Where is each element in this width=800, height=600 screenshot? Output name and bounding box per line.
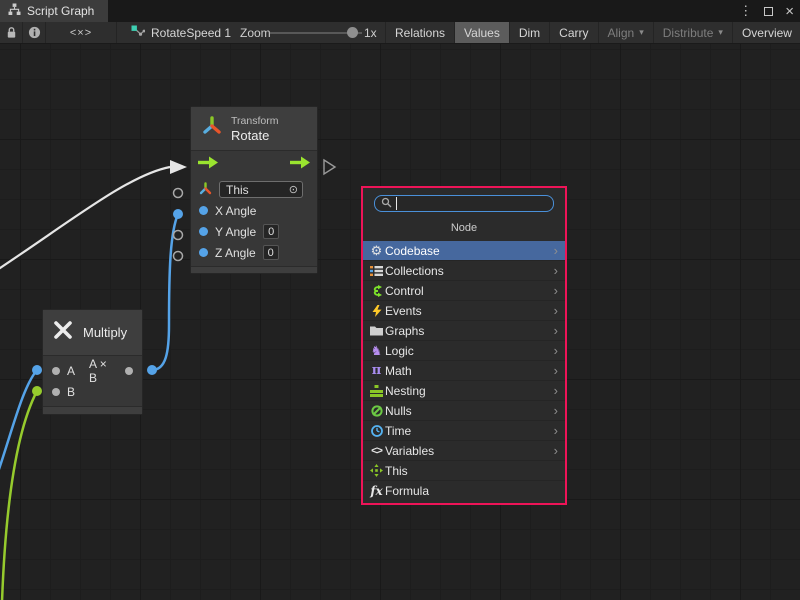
node-multiply[interactable]: Multiply A A × B B xyxy=(42,309,143,415)
pi-icon: π xyxy=(368,363,385,378)
list-icon xyxy=(368,265,385,277)
graph-name[interactable]: RotateSpeed 1 xyxy=(151,26,231,40)
info-button[interactable] xyxy=(23,22,46,43)
chevron-right-icon: › xyxy=(554,444,560,457)
chevron-right-icon: › xyxy=(554,344,560,357)
search-input[interactable] xyxy=(396,197,547,210)
node-footer xyxy=(43,406,142,414)
menu-item-collections[interactable]: Collections › xyxy=(363,261,565,281)
graph-node-icon xyxy=(131,25,145,41)
zoom-slider-knob[interactable] xyxy=(347,27,358,38)
search-icon xyxy=(381,195,392,213)
zoom-value: 1x xyxy=(364,22,377,43)
chevron-right-icon: › xyxy=(554,304,560,317)
menu-item-nulls[interactable]: Nulls › xyxy=(363,401,565,421)
graph-hierarchy-icon xyxy=(8,3,21,19)
node-title: Multiply xyxy=(83,325,127,340)
chevron-right-icon: › xyxy=(554,284,560,297)
menu-item-time[interactable]: Time › xyxy=(363,421,565,441)
chevron-right-icon: › xyxy=(554,404,560,417)
transform-axes-icon-small xyxy=(199,182,212,198)
lightning-icon xyxy=(368,305,385,317)
node-footer xyxy=(191,266,317,273)
chevron-right-icon: › xyxy=(554,424,560,437)
tab-script-graph[interactable]: Script Graph xyxy=(0,0,108,22)
z-angle-input[interactable] xyxy=(263,245,279,260)
transform-axes-icon xyxy=(201,115,223,142)
flow-out-port[interactable] xyxy=(290,156,310,174)
port-z-angle[interactable] xyxy=(199,248,208,257)
null-icon xyxy=(368,405,385,417)
gear-icon: ⚙ xyxy=(368,243,385,259)
menu-item-nesting[interactable]: Nesting › xyxy=(363,381,565,401)
clock-icon xyxy=(368,425,385,437)
carry-button[interactable]: Carry xyxy=(550,22,598,43)
tab-title: Script Graph xyxy=(27,4,94,18)
fuzzy-finder-popup: Node ⚙ Codebase › Collections › xyxy=(361,186,567,505)
port-a-label: A xyxy=(67,364,75,378)
node-title: Rotate xyxy=(231,128,278,143)
menu-item-formula[interactable]: fx Formula xyxy=(363,481,565,501)
chevron-right-icon: › xyxy=(554,364,560,377)
tab-bar: Script Graph ⋮ × xyxy=(0,0,800,22)
code-view-button[interactable]: <×> xyxy=(46,22,117,43)
align-button[interactable]: Align▾ xyxy=(599,22,654,43)
zoom-label: Zoom xyxy=(240,22,271,43)
overview-button[interactable]: Overview xyxy=(733,22,800,43)
dropdown-arrow-icon: ▾ xyxy=(639,27,644,38)
this-object-field[interactable]: This ⊙ xyxy=(219,181,303,198)
port-y-angle[interactable] xyxy=(199,227,208,236)
port-output[interactable] xyxy=(125,367,133,375)
knight-icon: ♞ xyxy=(368,343,385,359)
flow-in-port[interactable] xyxy=(198,156,218,174)
menu-item-math[interactable]: π Math › xyxy=(363,361,565,381)
relations-button[interactable]: Relations xyxy=(386,22,455,43)
chevron-right-icon: › xyxy=(554,324,560,337)
folder-icon xyxy=(368,325,385,336)
dropdown-arrow-icon: ▾ xyxy=(718,27,723,38)
script-graph-window: Transform Rotate This ⊙ xyxy=(0,0,800,600)
port-b-label: B xyxy=(67,385,75,399)
port-b[interactable] xyxy=(52,388,60,396)
graph-toolbar: <×> RotateSpeed 1 Zoom 1x Relations Valu… xyxy=(0,22,800,44)
port-y-label: Y Angle xyxy=(215,225,256,239)
branch-arrows-icon xyxy=(368,285,385,297)
brackets-icon: <> xyxy=(368,445,385,457)
finder-header: Node xyxy=(363,222,565,234)
chevron-right-icon: › xyxy=(554,244,560,257)
menu-item-graphs[interactable]: Graphs › xyxy=(363,321,565,341)
port-x-label: X Angle xyxy=(215,204,256,218)
dim-button[interactable]: Dim xyxy=(510,22,550,43)
menu-item-events[interactable]: Events › xyxy=(363,301,565,321)
lock-button[interactable] xyxy=(0,22,23,43)
multiply-x-icon xyxy=(53,320,73,345)
port-a[interactable] xyxy=(52,367,60,375)
port-z-label: Z Angle xyxy=(215,246,256,260)
maximize-icon[interactable] xyxy=(764,7,773,16)
menu-item-this[interactable]: This xyxy=(363,461,565,481)
menu-item-logic[interactable]: ♞ Logic › xyxy=(363,341,565,361)
distribute-button[interactable]: Distribute▾ xyxy=(654,22,733,43)
this-arrows-icon xyxy=(368,464,385,477)
close-icon[interactable]: × xyxy=(785,4,794,19)
chevron-right-icon: › xyxy=(554,264,560,277)
search-field[interactable] xyxy=(374,195,554,212)
chevron-right-icon: › xyxy=(554,384,560,397)
output-label: A × B xyxy=(89,357,118,385)
nested-graph-icon xyxy=(368,385,385,397)
formula-fx-icon: fx xyxy=(368,484,385,498)
menu-item-variables[interactable]: <> Variables › xyxy=(363,441,565,461)
port-x-angle[interactable] xyxy=(199,206,208,215)
node-category: Transform xyxy=(231,115,278,128)
menu-item-control[interactable]: Control › xyxy=(363,281,565,301)
object-picker-icon[interactable]: ⊙ xyxy=(289,183,298,196)
y-angle-input[interactable] xyxy=(263,224,279,239)
values-button[interactable]: Values xyxy=(455,22,510,43)
menu-item-codebase[interactable]: ⚙ Codebase › xyxy=(363,241,565,261)
more-options-icon[interactable]: ⋮ xyxy=(739,3,752,19)
node-transform-rotate[interactable]: Transform Rotate This ⊙ xyxy=(190,106,318,274)
